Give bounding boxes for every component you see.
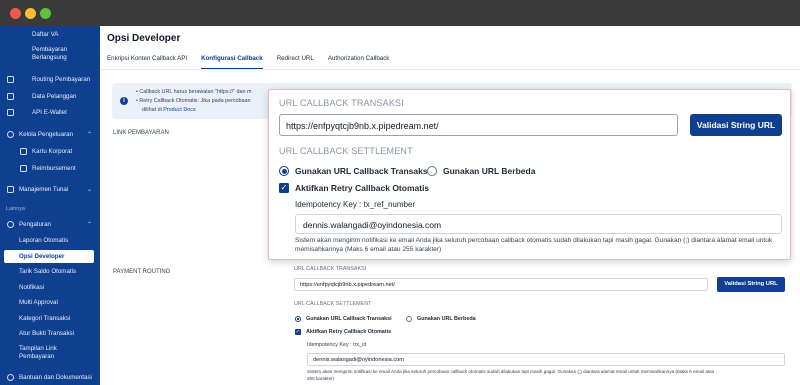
sidebar-item-label: Bantuan dan Dokumentasi bbox=[19, 374, 92, 381]
tab-konfigurasi-callback[interactable]: Konfigurasi Callback bbox=[201, 55, 263, 69]
info-icon: i bbox=[120, 97, 128, 105]
chevron-down-icon: ⌄ bbox=[86, 187, 92, 193]
wallet-icon bbox=[7, 109, 14, 116]
lower-url-input[interactable]: https://enfpyqtcjb9nb.x.pipedream.net/ bbox=[294, 278, 708, 291]
lower-retry-checkbox[interactable]: ✓ bbox=[295, 329, 301, 335]
chevron-up-icon: ⌃ bbox=[86, 222, 92, 228]
lower-radio-same-label: Gunakan URL Callback Transaksi bbox=[306, 316, 392, 322]
sidebar-item-label: API E-Wallet bbox=[32, 109, 67, 116]
sidebar-item-label: Notifikasi bbox=[19, 284, 45, 291]
tab-bar: Enkripsi Konten Callback API Konfigurasi… bbox=[107, 55, 389, 69]
popup-validate-button[interactable]: Validasi String URL bbox=[690, 114, 782, 136]
lower-idempotency-text: Idempotency Key : trx_id bbox=[307, 342, 367, 348]
popup-radio-same-label: Gunakan URL Callback Transaksi bbox=[295, 166, 430, 176]
sidebar-item-label: Tampilan Link Pembayaran bbox=[19, 345, 57, 360]
popup-radio-diff-url[interactable] bbox=[427, 166, 437, 176]
popup-email-input[interactable]: dennis.walangadi@oyindonesia.com bbox=[295, 214, 782, 234]
lower-help-text-2: 255 karakter) bbox=[307, 376, 335, 381]
sidebar-section-label: Lainnya bbox=[6, 206, 25, 212]
sidebar-item-label: Pengaturan bbox=[19, 221, 51, 228]
popup-title-transaksi: URL CALLBACK TRANSAKSI bbox=[279, 98, 404, 108]
sidebar-item-label: Kartu Korporat bbox=[32, 148, 73, 155]
sidebar-item-label: Pembayaran Berlangsung bbox=[32, 46, 68, 61]
section-label-payment-routing: PAYMENT ROUTING bbox=[113, 269, 171, 275]
popup-retry-checkbox[interactable]: ✓ bbox=[279, 183, 289, 193]
cash-icon bbox=[7, 186, 14, 193]
expense-icon bbox=[7, 131, 14, 138]
reimbursement-icon bbox=[20, 165, 27, 172]
info-line-3-text: dilihat di bbox=[142, 107, 162, 113]
section-label-link-pembayaran: LINK PEMBAYARAN bbox=[113, 130, 169, 136]
sidebar-item-label: Laporan Otomatis bbox=[19, 237, 69, 244]
sidebar-item-label: Manajemen Tunai bbox=[19, 186, 69, 193]
tab-authorization-callback[interactable]: Authorization Callback bbox=[328, 55, 390, 69]
popup-radio-same-url[interactable] bbox=[279, 166, 289, 176]
lower-retry-label: Aktifkan Retry Callback Otomatis bbox=[306, 329, 392, 335]
sidebar-item-label: Daftar VA bbox=[32, 31, 59, 38]
sidebar-item-label: Kategori Transaksi bbox=[19, 315, 71, 322]
popup-url-input[interactable]: https://enfpyqtcjb9nb.x.pipedream.net/ bbox=[279, 114, 678, 136]
tab-redirect-url[interactable]: Redirect URL bbox=[277, 55, 314, 69]
lower-radio-diff-label: Gunakan URL Berbeda bbox=[417, 316, 476, 322]
lower-title-transaksi: URL CALLBACK TRANSAKSI bbox=[294, 266, 367, 272]
sidebar-item-label: Kelola Pengeluaran bbox=[19, 131, 74, 138]
sidebar-item-label: Reimbursement bbox=[32, 165, 76, 172]
minimize-window-button[interactable] bbox=[25, 8, 36, 19]
popup-title-settlement: URL CALLBACK SETTLEMENT bbox=[279, 146, 413, 156]
sidebar-item-label: Data Pelanggan bbox=[32, 93, 77, 100]
sidebar-item-label: Atur Bukti Transaksi bbox=[19, 330, 75, 337]
window-titlebar bbox=[0, 0, 800, 26]
popup-radio-diff-label: Gunakan URL Berbeda bbox=[443, 166, 536, 176]
info-line-1: • Callback URL harus berawalan "https://… bbox=[136, 89, 252, 95]
sidebar-item-label: Tarik Saldo Otomatis bbox=[19, 268, 77, 275]
page-title: Opsi Developer bbox=[107, 33, 181, 44]
sidebar-item-label: Routing Pembayaran bbox=[32, 76, 91, 83]
lower-email-input[interactable]: dennis.walangadi@oyindonesia.com bbox=[307, 353, 785, 366]
popup-retry-label: Aktifkan Retry Callback Otomatis bbox=[295, 183, 430, 193]
settings-icon bbox=[7, 221, 14, 228]
help-icon bbox=[7, 374, 14, 381]
zoomed-callback-panel: URL CALLBACK TRANSAKSI https://enfpyqtcj… bbox=[268, 89, 791, 260]
routing-icon bbox=[7, 76, 14, 83]
lower-radio-diff-url[interactable] bbox=[406, 316, 412, 322]
tab-divider bbox=[100, 69, 800, 70]
popup-idempotency-text: Idempotency Key : tx_ref_number bbox=[295, 200, 416, 209]
maximize-window-button[interactable] bbox=[40, 8, 51, 19]
tab-enkripsi-konten[interactable]: Enkripsi Konten Callback API bbox=[107, 55, 187, 69]
sidebar: Daftar VA Pembayaran Berlangsung Routing… bbox=[0, 26, 100, 385]
close-window-button[interactable] bbox=[10, 8, 21, 19]
sidebar-item-label: Multi Approval bbox=[19, 299, 58, 306]
lower-validate-button[interactable]: Validasi String URL bbox=[717, 277, 785, 292]
lower-title-settlement: URL CALLBACK SETTLEMENT bbox=[294, 301, 372, 307]
chevron-up-icon: ⌃ bbox=[86, 132, 92, 138]
lower-radio-same-url[interactable] bbox=[295, 316, 301, 322]
product-docs-link[interactable]: Product Docs bbox=[163, 107, 195, 113]
info-line-2: • Retry Callback Otomatis: Jika pada per… bbox=[136, 98, 251, 104]
card-icon bbox=[20, 148, 27, 155]
sidebar-item-label: Opsi Developer bbox=[19, 253, 65, 260]
customer-icon bbox=[7, 93, 14, 100]
popup-help-text: Sistem akan mengirim notifikasi ke email… bbox=[295, 237, 773, 253]
lower-help-text-1: Sistem akan mengirim notifikasi ke email… bbox=[307, 369, 715, 374]
info-line-3: dilihat di Product Docs bbox=[142, 107, 196, 113]
